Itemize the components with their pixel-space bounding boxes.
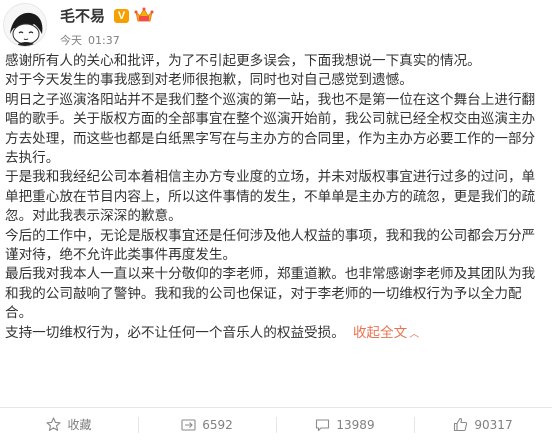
member-crown-icon[interactable]: [134, 6, 154, 24]
post-paragraph: 于是我和我经纪公司本着相信主办方专业度的立场，并未对版权事宜进行过多的过问，单单…: [5, 169, 536, 225]
post-content: 感谢所有人的关心和批评，为了不引起更多误会，下面我想说一下真实的情况。 对于今天…: [5, 52, 547, 344]
comment-button[interactable]: 13989: [276, 408, 414, 441]
favorite-button[interactable]: 收藏: [0, 408, 138, 441]
post-paragraph: 最后我对我本人一直以来十分敬仰的李老师，郑重道歉。也非常感谢李老师及其团队为我和…: [5, 266, 536, 322]
post-last-line-text: 支持一切维权行为，必不让任何一个音乐人的权益受损。: [5, 324, 345, 341]
repost-icon: [181, 418, 196, 431]
post-paragraph: 感谢所有人的关心和批评，为了不引起更多误会，下面我想说一下真实的情况。 对于今天…: [5, 53, 481, 89]
collapse-label[interactable]: 收起全文: [353, 325, 407, 341]
favorite-label[interactable]: 收藏: [67, 416, 91, 433]
repost-button[interactable]: 6592: [138, 408, 276, 441]
avatar-drawing: [4, 4, 46, 46]
username[interactable]: 毛不易: [60, 6, 105, 26]
post-time[interactable]: 01:37: [88, 34, 120, 47]
like-button[interactable]: 90317: [414, 408, 552, 441]
post-paragraph: 明日之子巡演洛阳站并不是我们整个巡演的第一站，我也不是第一位在这个舞台上进行翻唱…: [5, 91, 536, 167]
post-meta: 今天 01:37: [60, 34, 120, 48]
avatar[interactable]: [3, 3, 47, 47]
verified-badge-icon: V: [114, 9, 129, 23]
star-icon: [46, 417, 62, 431]
thumbs-up-icon: [454, 417, 468, 432]
post-last-line: 支持一切维权行为，必不让任何一个音乐人的权益受损。 收起全文 ︿: [5, 324, 547, 344]
chevron-up-icon[interactable]: ︿: [409, 329, 419, 340]
repost-count[interactable]: 6592: [202, 418, 233, 432]
post-header: 毛不易 V 今天 01:37: [0, 0, 552, 56]
comment-icon: [316, 418, 330, 431]
action-bar: 收藏 6592 13989 90317: [0, 407, 552, 441]
comment-count[interactable]: 13989: [336, 418, 374, 432]
collapse-full-text-link[interactable]: 收起全文 ︿: [353, 325, 419, 341]
like-count[interactable]: 90317: [474, 418, 512, 432]
post-paragraph: 今后的工作中，无论是版权事宜还是任何涉及他人权益的事项，我和我的公司都会万分严谨…: [5, 227, 536, 264]
post-date: 今天: [60, 34, 82, 47]
